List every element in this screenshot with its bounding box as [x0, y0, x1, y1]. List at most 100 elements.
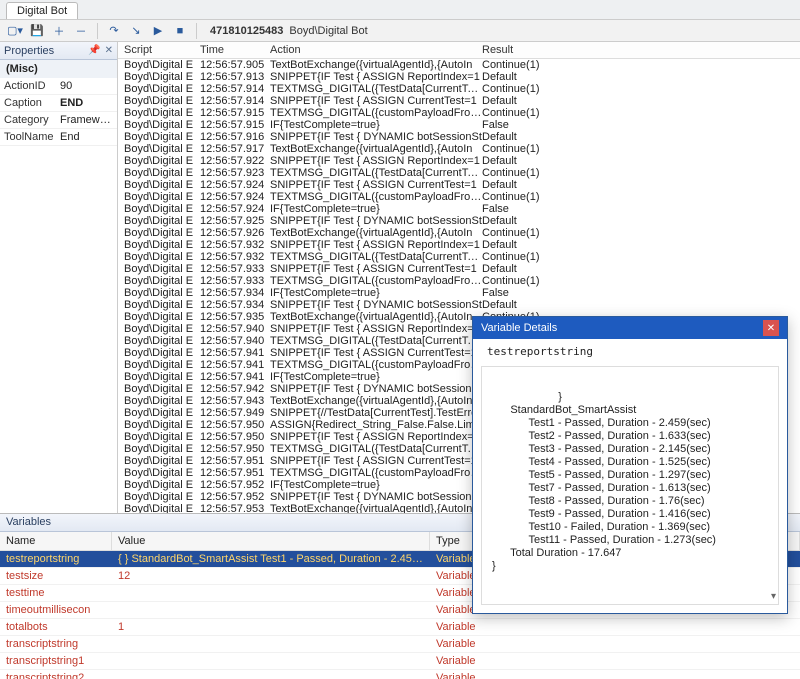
trace-row[interactable]: Boyd\Digital E12:56:57.922SNIPPET{IF Tes… — [124, 155, 794, 167]
trace-script: Boyd\Digital E — [124, 443, 200, 455]
properties-header: Properties 📌 ✕ — [0, 42, 117, 60]
trace-time: 12:56:57.935 — [200, 311, 270, 323]
col-script[interactable]: Script — [124, 44, 200, 56]
trace-result: Default — [482, 239, 794, 251]
trace-script: Boyd\Digital E — [124, 491, 200, 503]
trace-result: Default — [482, 95, 794, 107]
trace-result: False — [482, 203, 794, 215]
trace-row[interactable]: Boyd\Digital E12:56:57.913SNIPPET{IF Tes… — [124, 71, 794, 83]
col-time[interactable]: Time — [200, 44, 270, 56]
add-button[interactable]: ＋ — [50, 22, 68, 40]
trace-action: TEXTMSG_DIGITAL({TestData[CurrentTest] — [270, 83, 482, 95]
pin-icon[interactable]: 📌 — [88, 45, 100, 56]
trace-action: TEXTMSG_DIGITAL({customPayloadFromB — [270, 275, 482, 287]
trace-row[interactable]: Boyd\Digital E12:56:57.933TEXTMSG_DIGITA… — [124, 275, 794, 287]
trace-row[interactable]: Boyd\Digital E12:56:57.905TextBotExchang… — [124, 59, 794, 71]
trace-row[interactable]: Boyd\Digital E12:56:57.923TEXTMSG_DIGITA… — [124, 167, 794, 179]
col-name[interactable]: Name — [0, 532, 112, 550]
trace-panel: Script Time Action Result Boyd\Digital E… — [118, 42, 800, 513]
trace-script: Boyd\Digital E — [124, 503, 200, 513]
trace-script: Boyd\Digital E — [124, 371, 200, 383]
trace-row[interactable]: Boyd\Digital E12:56:57.914TEXTMSG_DIGITA… — [124, 83, 794, 95]
trace-row[interactable]: Boyd\Digital E12:56:57.932SNIPPET{IF Tes… — [124, 239, 794, 251]
var-name: totalbots — [0, 619, 112, 635]
chevron-down-icon[interactable]: ▾ — [771, 591, 776, 602]
trace-row[interactable]: Boyd\Digital E12:56:57.932TEXTMSG_DIGITA… — [124, 251, 794, 263]
popup-close-button[interactable]: ✕ — [763, 320, 779, 336]
property-key: Category — [0, 112, 56, 128]
trace-row[interactable]: Boyd\Digital E12:56:57.934IF{TestComplet… — [124, 287, 794, 299]
trace-row[interactable]: Boyd\Digital E12:56:57.924SNIPPET{IF Tes… — [124, 179, 794, 191]
trace-action: TEXTMSG_DIGITAL({customPayloadFromB — [270, 467, 482, 479]
trace-time: 12:56:57.926 — [200, 227, 270, 239]
trace-row[interactable]: Boyd\Digital E12:56:57.934SNIPPET{IF Tes… — [124, 299, 794, 311]
trace-row[interactable]: Boyd\Digital E12:56:57.925SNIPPET{IF Tes… — [124, 215, 794, 227]
trace-row[interactable]: Boyd\Digital E12:56:57.924IF{TestComplet… — [124, 203, 794, 215]
trace-row[interactable]: Boyd\Digital E12:56:57.915TEXTMSG_DIGITA… — [124, 107, 794, 119]
property-value: End — [56, 129, 117, 145]
main-row: Properties 📌 ✕ (Misc) ActionID90CaptionE… — [0, 42, 800, 513]
var-value: 1 — [112, 619, 430, 635]
trace-script: Boyd\Digital E — [124, 419, 200, 431]
remove-button[interactable]: － — [72, 22, 90, 40]
property-row[interactable]: ActionID90 — [0, 78, 117, 95]
trace-action: ASSIGN{Redirect_String_False.False.Limit — [270, 419, 482, 431]
new-dropdown-button[interactable]: ▢▾ — [6, 22, 24, 40]
trace-action: TextBotExchange({virtualAgentId},{AutoIn — [270, 143, 482, 155]
property-row[interactable]: CaptionEND — [0, 95, 117, 112]
trace-row[interactable]: Boyd\Digital E12:56:57.917TextBotExchang… — [124, 143, 794, 155]
breadcrumb-id: 471810125483 — [210, 25, 283, 37]
popup-header[interactable]: Variable Details ✕ — [473, 317, 787, 339]
trace-result: Default — [482, 215, 794, 227]
trace-time: 12:56:57.943 — [200, 395, 270, 407]
trace-action: SNIPPET{IF Test { DYNAMIC botSessionSt — [270, 131, 482, 143]
variable-row[interactable]: transcriptstringVariable — [0, 636, 800, 653]
properties-title: Properties — [4, 45, 54, 57]
trace-row[interactable]: Boyd\Digital E12:56:57.915IF{TestComplet… — [124, 119, 794, 131]
trace-result: False — [482, 119, 794, 131]
trace-time: 12:56:57.950 — [200, 431, 270, 443]
var-value — [112, 602, 430, 618]
trace-script: Boyd\Digital E — [124, 467, 200, 479]
close-icon[interactable]: ✕ — [105, 45, 113, 56]
run-button[interactable]: ▶ — [149, 22, 167, 40]
step-over-button[interactable]: ↷ — [105, 22, 123, 40]
trace-script: Boyd\Digital E — [124, 167, 200, 179]
col-value[interactable]: Value — [112, 532, 430, 550]
trace-action: SNIPPET{IF Test { DYNAMIC botSessionSt — [270, 215, 482, 227]
toolbar: ▢▾ 💾 ＋ － ↷ ↘ ▶ ■ 471810125483 Boyd\Digit… — [0, 20, 800, 42]
trace-time: 12:56:57.924 — [200, 191, 270, 203]
trace-action: IF{TestComplete=true} — [270, 479, 482, 491]
trace-script: Boyd\Digital E — [124, 263, 200, 275]
trace-script: Boyd\Digital E — [124, 407, 200, 419]
trace-action: IF{TestComplete=true} — [270, 119, 482, 131]
stop-button[interactable]: ■ — [171, 22, 189, 40]
trace-row[interactable]: Boyd\Digital E12:56:57.924TEXTMSG_DIGITA… — [124, 191, 794, 203]
trace-action: SNIPPET{IF Test { DYNAMIC botSessionSt — [270, 383, 482, 395]
property-row[interactable]: ToolNameEnd — [0, 129, 117, 146]
trace-row[interactable]: Boyd\Digital E12:56:57.926TextBotExchang… — [124, 227, 794, 239]
trace-row[interactable]: Boyd\Digital E12:56:57.933SNIPPET{IF Tes… — [124, 263, 794, 275]
trace-result: Continue(1) — [482, 275, 794, 287]
step-into-button[interactable]: ↘ — [127, 22, 145, 40]
trace-action: TEXTMSG_DIGITAL({TestData[CurrentTest] — [270, 167, 482, 179]
property-value: END — [56, 95, 117, 111]
variable-details-popup[interactable]: Variable Details ✕ testreportstring } St… — [472, 316, 788, 614]
trace-row[interactable]: Boyd\Digital E12:56:57.916SNIPPET{IF Tes… — [124, 131, 794, 143]
variable-row[interactable]: transcriptstring2Variable — [0, 670, 800, 679]
property-row[interactable]: CategoryFramework\Genera — [0, 112, 117, 129]
trace-row[interactable]: Boyd\Digital E12:56:57.914SNIPPET{IF Tes… — [124, 95, 794, 107]
breadcrumb: 471810125483 Boyd\Digital Bot — [210, 25, 368, 37]
popup-body[interactable]: } StandardBot_SmartAssist Test1 - Passed… — [481, 366, 779, 605]
var-name: transcriptstring2 — [0, 670, 112, 679]
col-result[interactable]: Result — [482, 44, 794, 56]
property-group[interactable]: (Misc) — [0, 60, 117, 78]
trace-time: 12:56:57.941 — [200, 347, 270, 359]
trace-action: TEXTMSG_DIGITAL({TestData[CurrentTest] — [270, 335, 482, 347]
variable-row[interactable]: totalbots1Variable — [0, 619, 800, 636]
col-action[interactable]: Action — [270, 44, 482, 56]
trace-time: 12:56:57.915 — [200, 119, 270, 131]
variable-row[interactable]: transcriptstring1Variable — [0, 653, 800, 670]
document-tab[interactable]: Digital Bot — [6, 2, 78, 19]
save-button[interactable]: 💾 — [28, 22, 46, 40]
